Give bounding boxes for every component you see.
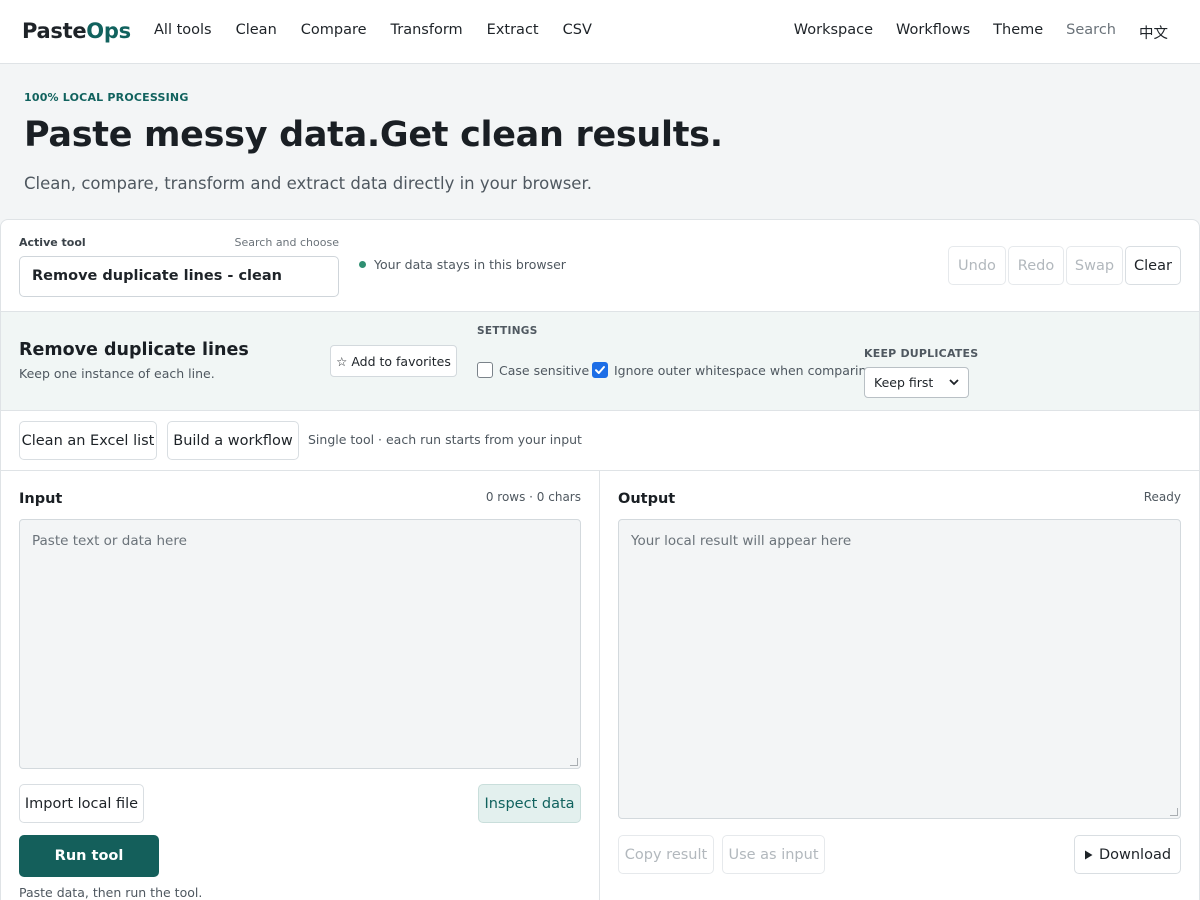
input-placeholder: Paste text or data here <box>32 533 187 549</box>
hero-subtitle: Clean, compare, transform and extract da… <box>24 174 592 193</box>
ignore-whitespace-checkbox[interactable] <box>592 362 608 378</box>
output-panel-title: Output <box>618 491 676 507</box>
hero-eyebrow: 100% LOCAL PROCESSING <box>24 91 189 104</box>
top-navigation-bar: PasteOps All tools Clean Compare Transfo… <box>0 0 1200 64</box>
keep-duplicates-label: KEEP DUPLICATES <box>864 347 979 360</box>
keep-duplicates-select[interactable]: Keep first <box>864 367 969 398</box>
input-stats: 0 rows · 0 chars <box>485 490 581 504</box>
run-mode-hint: Single tool · each run starts from your … <box>308 432 582 447</box>
nav-compare[interactable]: Compare <box>301 22 367 38</box>
use-as-input-button[interactable]: Use as input <box>722 835 825 874</box>
tool-description: Keep one instance of each line. <box>19 366 215 381</box>
clean-excel-list-button[interactable]: Clean an Excel list <box>19 421 157 460</box>
run-hint: Paste data, then run the tool. <box>19 885 203 900</box>
redo-button[interactable]: Redo <box>1008 246 1064 285</box>
add-to-favorites-button[interactable]: ☆ Add to favorites <box>330 345 457 377</box>
privacy-note-text: Your data stays in this browser <box>374 257 566 272</box>
hero-title: Paste messy data.Get clean results. <box>24 115 723 155</box>
nav-transform[interactable]: Transform <box>391 22 463 38</box>
tool-name: Remove duplicate lines <box>19 340 249 360</box>
resize-handle-icon[interactable] <box>570 758 578 766</box>
primary-nav: All tools Clean Compare Transform Extrac… <box>154 22 616 38</box>
nav-all-tools[interactable]: All tools <box>154 22 212 38</box>
undo-button[interactable]: Undo <box>948 246 1006 285</box>
build-workflow-button[interactable]: Build a workflow <box>167 421 299 460</box>
ignore-whitespace-option[interactable]: Ignore outer whitespace when comparing <box>592 362 874 378</box>
active-tool-label: Active tool <box>19 236 86 249</box>
nav-csv[interactable]: CSV <box>563 22 592 38</box>
copy-result-button[interactable]: Copy result <box>618 835 714 874</box>
output-placeholder: Your local result will appear here <box>631 533 852 549</box>
run-tool-button[interactable]: Run tool <box>19 835 159 877</box>
case-sensitive-checkbox[interactable] <box>477 362 493 378</box>
logo-accent-text: Ops <box>86 19 131 43</box>
clear-button[interactable]: Clear <box>1125 246 1181 285</box>
checkmark-icon <box>595 366 605 374</box>
chevron-down-icon <box>949 379 959 386</box>
nav-theme[interactable]: Theme <box>993 22 1043 43</box>
nav-workspace[interactable]: Workspace <box>794 22 873 43</box>
output-status: Ready <box>1143 490 1181 504</box>
nav-clean[interactable]: Clean <box>236 22 277 38</box>
logo[interactable]: PasteOps <box>22 19 131 43</box>
output-textarea[interactable]: Your local result will appear here <box>618 519 1181 819</box>
logo-text: Paste <box>22 19 87 43</box>
panel-divider <box>599 471 600 900</box>
active-tool-select[interactable]: Remove duplicate lines - clean <box>19 256 339 297</box>
play-triangle-icon <box>1084 850 1093 859</box>
nav-language[interactable]: 中文 <box>1139 22 1168 43</box>
divider <box>1 470 1199 471</box>
case-sensitive-label: Case sensitive <box>499 362 590 378</box>
settings-heading: SETTINGS <box>477 325 538 337</box>
tool-settings-panel <box>1 311 1199 411</box>
keep-duplicates-value: Keep first <box>874 375 934 390</box>
input-textarea[interactable]: Paste text or data here <box>19 519 581 769</box>
ignore-whitespace-label: Ignore outer whitespace when comparing <box>614 362 875 378</box>
resize-handle-icon[interactable] <box>1170 808 1178 816</box>
nav-extract[interactable]: Extract <box>487 22 539 38</box>
nav-search[interactable]: Search <box>1066 22 1116 43</box>
status-dot-icon <box>359 261 366 268</box>
case-sensitive-option[interactable]: Case sensitive <box>477 362 589 378</box>
secondary-nav: Workspace Workflows Theme Search 中文 <box>771 22 1168 43</box>
swap-button[interactable]: Swap <box>1066 246 1123 285</box>
nav-workflows[interactable]: Workflows <box>896 22 970 43</box>
inspect-data-button[interactable]: Inspect data <box>478 784 581 823</box>
privacy-note: Your data stays in this browser <box>359 257 566 272</box>
download-label: Download <box>1098 846 1172 863</box>
download-button[interactable]: Download <box>1074 835 1181 874</box>
input-panel-title: Input <box>19 491 63 507</box>
search-hint: Search and choose <box>234 236 339 249</box>
import-local-file-button[interactable]: Import local file <box>19 784 144 823</box>
